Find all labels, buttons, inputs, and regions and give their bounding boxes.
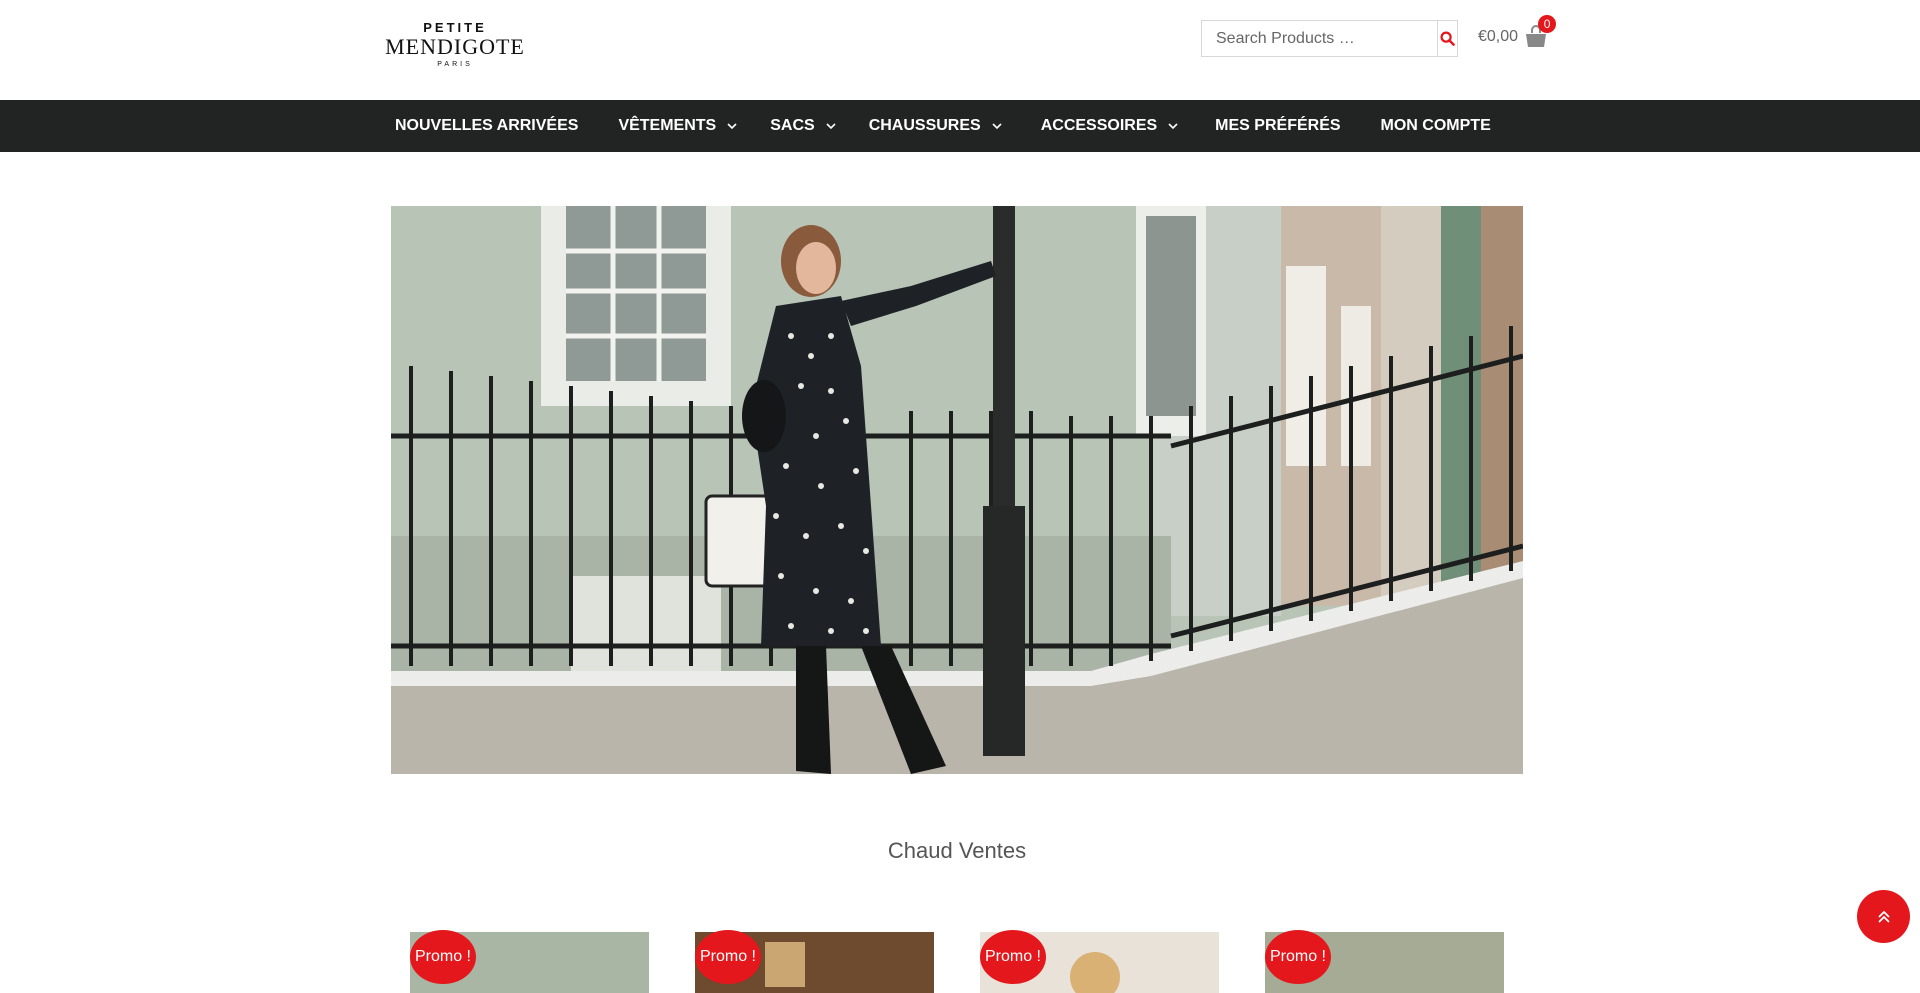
- brand-logo[interactable]: PETITE MENDIGOTE PARIS: [384, 21, 526, 71]
- nav-item-favorites[interactable]: MES PRÉFÉRÉS: [1195, 100, 1364, 152]
- product-search: [1201, 20, 1458, 57]
- mini-cart[interactable]: €0,00 0: [1478, 15, 1557, 52]
- nav-item-label: SACS: [770, 117, 815, 134]
- chevron-down-icon: [825, 120, 837, 132]
- nav-item-label: VÊTEMENTS: [618, 117, 717, 134]
- hero-banner-image[interactable]: [391, 206, 1523, 774]
- chevron-down-icon: [1167, 120, 1179, 132]
- back-to-top-button[interactable]: [1857, 890, 1910, 943]
- brand-logo-line1: PETITE: [423, 20, 487, 35]
- cart-total: €0,00: [1478, 28, 1519, 45]
- hot-sales-title: Chaud Ventes: [887, 838, 1027, 863]
- nav-item-label: CHAUSSURES: [868, 117, 981, 134]
- search-button[interactable]: [1437, 21, 1457, 56]
- product-image-detail: [1070, 952, 1120, 993]
- nav-item-label: NOUVELLES ARRIVÉES: [395, 117, 579, 134]
- double-chevron-up-icon: [1877, 910, 1890, 923]
- main-navigation: NOUVELLES ARRIVÉES VÊTEMENTS SACS CHAUSS…: [0, 100, 1920, 152]
- promo-badge: Promo !: [695, 930, 761, 984]
- nav-item-accessories[interactable]: ACCESSOIRES: [1019, 100, 1195, 152]
- nav-item-label: MES PRÉFÉRÉS: [1215, 117, 1341, 134]
- nav-item-clothing[interactable]: VÊTEMENTS: [594, 100, 754, 152]
- nav-item-label: MON COMPTE: [1380, 117, 1491, 134]
- search-icon: [1440, 31, 1455, 46]
- promo-badge: Promo !: [410, 930, 476, 984]
- search-input[interactable]: [1202, 21, 1437, 56]
- site-header: PETITE MENDIGOTE PARIS €0,00 0: [0, 0, 1920, 100]
- promo-badge: Promo !: [980, 930, 1046, 984]
- hero-photo: [391, 206, 1523, 774]
- nav-item-bags[interactable]: SACS: [754, 100, 852, 152]
- chevron-down-icon: [726, 120, 738, 132]
- nav-item-new-arrivals[interactable]: NOUVELLES ARRIVÉES: [379, 100, 594, 152]
- product-image-detail: [765, 942, 805, 987]
- nav-item-account[interactable]: MON COMPTE: [1365, 100, 1507, 152]
- nav-item-shoes[interactable]: CHAUSSURES: [853, 100, 1019, 152]
- chevron-down-icon: [991, 120, 1003, 132]
- nav-item-label: ACCESSOIRES: [1040, 117, 1158, 134]
- cart-count-badge: 0: [1538, 15, 1557, 33]
- promo-badge: Promo !: [1265, 930, 1331, 984]
- brand-logo-line3: PARIS: [437, 61, 473, 68]
- brand-logo-line2: MENDIGOTE: [385, 34, 525, 59]
- cart-bag: 0: [1524, 15, 1557, 50]
